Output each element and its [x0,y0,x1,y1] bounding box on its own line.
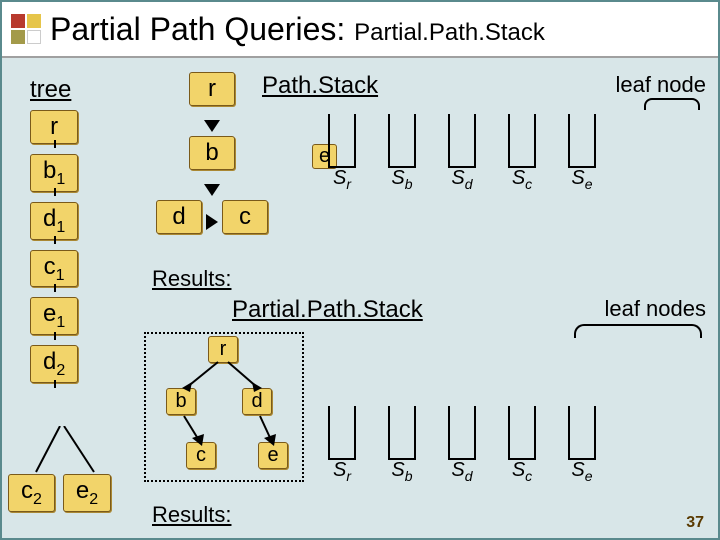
chain-r: r [189,72,235,106]
stack-sc: Sc [502,114,542,192]
title-main: Partial Path Queries: [50,11,354,47]
pathstack-area: Path.Stack leaf node r b d c e Sr Sb [132,72,710,282]
leaf-node-label: leaf node [615,72,706,98]
tree-node-d2: d2 [30,345,78,383]
leaf-nodes-label: leaf nodes [604,296,706,322]
stack2-se: Se [562,406,602,484]
pathstack-stacks: e Sr Sb Sd Sc Se [322,114,602,192]
stack-sr: e Sr [322,114,362,192]
brace-icon [574,324,702,338]
partial-pathstack-area: Partial.Path.Stack leaf nodes r b d c e [132,296,710,526]
chain-c: c [222,200,268,234]
pathstack-title: Path.Stack [262,72,378,100]
pp-d: d [242,388,272,415]
arrow-down-icon [204,120,220,132]
tree-node-e2: e2 [63,474,111,512]
stack2-sr: Sr [322,406,362,484]
stack2-sb: Sb [382,406,422,484]
stack2-sc: Sc [502,406,542,484]
results-label-1: Results: [152,266,231,292]
stack-sd: Sd [442,114,482,192]
slide-title: Partial Path Queries: Partial.Path.Stack [50,11,545,48]
partial-stacks: Sr Sb Sd Sc Se [322,406,602,484]
pp-r: r [208,336,238,363]
query-tree-box: r b d c e [144,332,304,482]
tree-node-d1: d1 [30,202,78,240]
pp-c: c [186,442,216,469]
tree-node-c2: c2 [8,474,55,512]
tree-bottom-row: c2 e2 [8,474,111,522]
stack-sb: Sb [382,114,422,192]
accent-squares [10,13,42,45]
pp-e: e [258,442,288,469]
chain-d: d [156,200,202,234]
results-label-2: Results: [152,502,231,528]
tree-node-e1: e1 [30,297,78,335]
tree-node-c1: c1 [30,250,78,288]
title-sub: Partial.Path.Stack [354,19,545,46]
tree-node-r: r [30,110,78,144]
stack-se: Se [562,114,602,192]
chain-b: b [189,136,235,170]
slide: Partial Path Queries: Partial.Path.Stack… [0,0,720,540]
brace-icon [644,98,700,110]
left-tree: r b1 d1 c1 e1 d2 [30,110,78,393]
tree-label: tree [30,76,71,104]
partial-pathstack-title: Partial.Path.Stack [232,296,423,324]
query-chain: r b d c [156,72,268,244]
page-number: 37 [686,514,704,532]
arrow-down-icon [204,184,220,196]
pp-b: b [166,388,196,415]
stack2-sd: Sd [442,406,482,484]
title-bar: Partial Path Queries: Partial.Path.Stack [2,2,718,58]
tree-node-b1: b1 [30,154,78,192]
arrow-right-icon [206,214,218,230]
